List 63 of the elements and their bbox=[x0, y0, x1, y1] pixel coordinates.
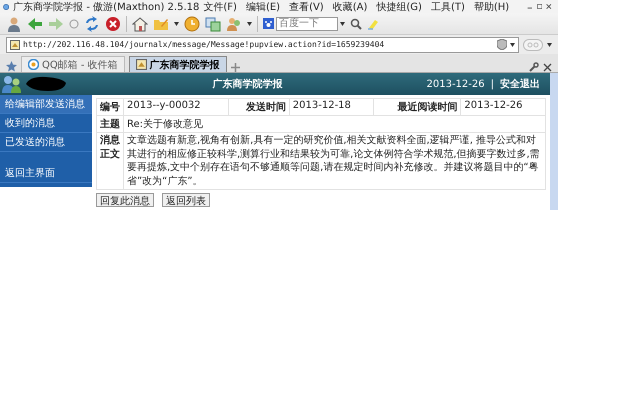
menu-item[interactable]: 查看(V) bbox=[289, 0, 324, 14]
menu-item[interactable]: 快捷组(G) bbox=[376, 0, 422, 14]
back-icon[interactable] bbox=[27, 16, 43, 32]
field-label: 最近阅读时间 bbox=[374, 98, 461, 116]
redaction-mark bbox=[24, 76, 68, 92]
action-button[interactable]: 返回列表 bbox=[162, 193, 210, 207]
paw-icon bbox=[263, 18, 274, 29]
logout-link[interactable]: 安全退出 bbox=[500, 77, 540, 91]
maximize-icon[interactable] bbox=[536, 2, 542, 11]
field-label: 主题 bbox=[96, 116, 124, 132]
user-icon[interactable] bbox=[6, 16, 22, 32]
refresh-icon[interactable] bbox=[84, 16, 100, 32]
browser-tab[interactable]: QQ邮箱 - 收件箱 bbox=[21, 56, 125, 72]
table-cell: Re:关于修改意见 bbox=[124, 116, 546, 132]
menu-item[interactable]: 帮助(H) bbox=[474, 0, 510, 14]
menu-item[interactable]: 收藏(A) bbox=[332, 0, 368, 14]
menu-item[interactable]: 编辑(E) bbox=[246, 0, 280, 14]
message-body: 文章选题有新意,视角有创新,具有一定的研究价值,相关文献资料全面,逻辑严谨, 推导公式和对其进行的相应修正较科学,测算行业和结果较为可靠,论文体例符合学术规范,但摘要字数过多,需要再提炼,文中个别存在语句不够通顺等问题,请在规定时间内补充修改。并建议将题目中的“粤省”改为“广东”。 bbox=[124, 132, 546, 190]
add-tab-icon[interactable] bbox=[230, 63, 240, 72]
header-title: 广东商学院学报 bbox=[212, 77, 282, 91]
search-icon[interactable] bbox=[350, 18, 362, 30]
dropdown-icon[interactable] bbox=[547, 42, 552, 46]
dropdown-icon[interactable] bbox=[247, 22, 252, 26]
table-cell: 2013--y-00032 bbox=[124, 98, 228, 116]
users-icon bbox=[2, 75, 24, 93]
header-date: 2013-12-26 bbox=[426, 78, 485, 90]
dropdown-icon[interactable] bbox=[174, 22, 179, 26]
field-label: 消息 bbox=[100, 134, 120, 148]
page-icon bbox=[10, 40, 20, 50]
qq-icon bbox=[28, 59, 39, 70]
scrollbar[interactable] bbox=[550, 73, 558, 210]
sidebar-item[interactable]: 给编辑部发送消息 bbox=[0, 95, 92, 114]
dropdown-icon[interactable] bbox=[510, 42, 515, 46]
menu-item[interactable]: 文件(F) bbox=[203, 0, 237, 14]
people-icon[interactable] bbox=[226, 16, 242, 32]
address-field[interactable]: http://202.116.48.104/journalx/message/Message!pupview.action?id=1659239404 bbox=[6, 36, 519, 52]
sidebar-item[interactable]: 返回主界面 bbox=[0, 164, 92, 183]
header-separator: | bbox=[490, 78, 494, 90]
dropdown-icon[interactable] bbox=[340, 22, 345, 26]
table-cell: 2013-12-26 bbox=[460, 98, 546, 116]
action-button[interactable]: 回复此消息 bbox=[96, 193, 154, 207]
field-label: 正文 bbox=[100, 148, 120, 161]
star-icon[interactable] bbox=[6, 61, 17, 72]
sidebar-item[interactable]: 已发送的消息 bbox=[0, 133, 92, 152]
sidebar-item[interactable]: 收到的消息 bbox=[0, 114, 92, 133]
menu-item[interactable]: 工具(T) bbox=[430, 0, 465, 14]
close-icon[interactable] bbox=[546, 2, 552, 11]
search-field[interactable]: 百度一下 bbox=[276, 16, 338, 30]
field-label: 发送时间 bbox=[228, 98, 290, 116]
window-title: 广东商学院学报 - 傲游(Maxthon) 2.5.18 bbox=[13, 0, 200, 14]
clock-icon[interactable] bbox=[184, 16, 200, 32]
browser-tab[interactable]: 广东商学院学报 bbox=[128, 56, 227, 72]
circle-icon[interactable] bbox=[69, 18, 79, 28]
table-cell: 2013-12-18 bbox=[289, 98, 374, 116]
home-icon[interactable] bbox=[132, 16, 148, 32]
shield-icon[interactable] bbox=[497, 39, 507, 50]
wrench-icon[interactable] bbox=[529, 62, 539, 72]
browser-logo-icon bbox=[3, 2, 10, 12]
page-icon bbox=[136, 59, 147, 70]
windows-icon[interactable] bbox=[205, 16, 221, 32]
stop-icon[interactable] bbox=[105, 16, 121, 32]
field-label: 编号 bbox=[96, 98, 124, 116]
close-tab-icon[interactable] bbox=[543, 63, 552, 72]
